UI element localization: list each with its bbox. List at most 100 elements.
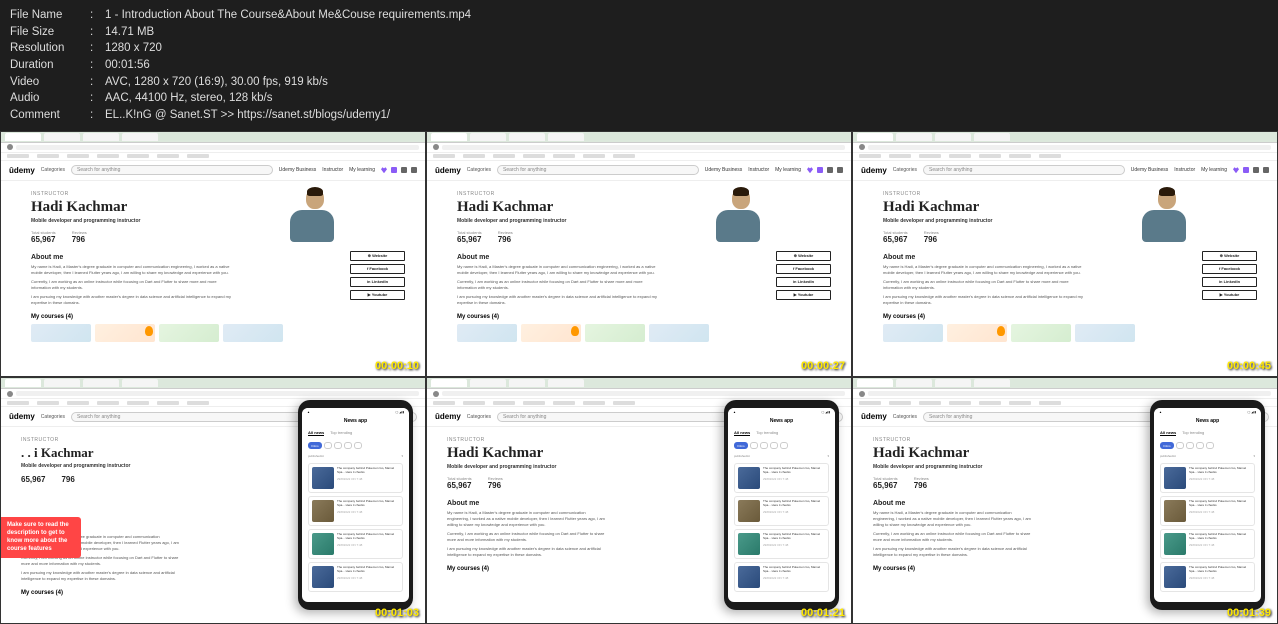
search-input[interactable]: Search for anything [923, 165, 1125, 175]
youtube-button[interactable]: ▶ Youtube [350, 290, 405, 300]
instructor-subtitle: Mobile developer and programming instruc… [31, 218, 395, 224]
about-p3: I am pursuing my knowledge with another … [31, 294, 231, 306]
course-card[interactable] [223, 324, 283, 342]
facebook-button[interactable]: f Facebook [350, 264, 405, 274]
udemy-header: ûdemy Categories Search for anything Ude… [427, 161, 851, 181]
thumbnail-4: ûdemy Categories Search for anything INS… [0, 377, 426, 624]
about-p1: My name is Hadi, a Master's degree gradu… [31, 264, 231, 276]
about-heading: About me [31, 254, 395, 261]
news-card[interactable]: The company behind Pokemon Go, Marvel Sp… [308, 463, 403, 493]
udemy-logo[interactable]: ûdemy [435, 166, 461, 175]
udemy-header: ûdemy Categories Search for anything Ude… [853, 161, 1277, 181]
total-students-label: Total students [31, 230, 56, 235]
page-content: INSTRUCTOR Hadi Kachmar Mobile developer… [427, 181, 851, 377]
bookmarks-bar[interactable] [1, 153, 425, 161]
avatar-icon[interactable] [837, 167, 843, 173]
news-card[interactable]: The company behind Pokemon Go, Marvel Sp… [308, 529, 403, 559]
bookmarks-bar[interactable] [427, 153, 851, 161]
categories-link[interactable]: Categories [467, 167, 491, 173]
thumbnail-5: ûdemy Categories Search for anything INS… [426, 377, 852, 624]
page-content: INSTRUCTOR Hadi Kachmar Mobile developer… [1, 181, 425, 377]
phone-tabs: All news Top trending [302, 427, 409, 439]
news-card[interactable]: The company behind Pokemon Go, Marvel Sp… [308, 496, 403, 526]
thumbnail-1: ûdemy Categories Search for anything Ude… [0, 131, 426, 378]
instructor-subtitle: Mobile developer and programming instruc… [457, 218, 821, 224]
tab-all-news[interactable]: All news [308, 430, 324, 436]
chip-films[interactable]: Films [308, 442, 322, 449]
address-bar[interactable] [853, 143, 1277, 153]
meta-comment: Comment:EL..K!nG @ Sanet.ST >> https://s… [10, 107, 1268, 124]
address-bar[interactable] [427, 143, 851, 153]
course-card[interactable] [31, 324, 91, 342]
cart-icon[interactable] [391, 167, 397, 173]
notification-icon[interactable] [827, 167, 833, 173]
news-card[interactable]: The company behind Pokemon Go, Marvel Sp… [308, 562, 403, 592]
course-card[interactable] [159, 324, 219, 342]
instructor-label: INSTRUCTOR [31, 191, 395, 197]
instructor-label: INSTRUCTOR [457, 191, 821, 197]
instructor-link[interactable]: Instructor [748, 167, 769, 173]
instructor-avatar [290, 189, 340, 244]
cart-icon[interactable] [817, 167, 823, 173]
udemy-business-link[interactable]: Udemy Business [279, 167, 317, 173]
timestamp: 00:01:03 [375, 607, 419, 619]
instructor-avatar [1142, 189, 1192, 244]
tab-top-trending[interactable]: Top trending [330, 430, 352, 436]
facebook-button[interactable]: f Facebook [776, 264, 831, 274]
meta-filesize: File Size:14.71 MB [10, 24, 1268, 41]
phone-mockup: ▲▢ ◢ ▮ News app All newsTop trending Fil… [1150, 400, 1265, 610]
instructor-avatar [716, 189, 766, 244]
thumbnail-6: ûdemy Categories Search for anything INS… [852, 377, 1278, 624]
timestamp: 00:01:39 [1227, 607, 1271, 619]
linkedin-button[interactable]: in LinkedIn [776, 277, 831, 287]
timestamp: 00:01:21 [801, 607, 845, 619]
total-students-value: 65,967 [31, 235, 56, 244]
meta-video: Video:AVC, 1280 x 720 (16:9), 30.00 fps,… [10, 74, 1268, 91]
thumbnail-grid: ûdemy Categories Search for anything Ude… [0, 131, 1278, 624]
notification-icon[interactable] [401, 167, 407, 173]
thumbnail-3: ûdemy Categories Search for anything Ude… [852, 131, 1278, 378]
phone-mockup: ▲▢ ◢ ▮ News app All newsTop trending Fil… [724, 400, 839, 610]
timestamp: 00:00:45 [1227, 360, 1271, 372]
avatar-icon[interactable] [411, 167, 417, 173]
wishlist-icon[interactable] [381, 167, 387, 173]
courses-row [31, 324, 395, 342]
reviews-label: Reviews [72, 230, 87, 235]
reviews-value: 796 [72, 235, 87, 244]
meta-filename: File Name:1 - Introduction About The Cou… [10, 7, 1268, 24]
website-button[interactable]: ⊕ Website [776, 251, 831, 261]
thumbnail-2: ûdemy Categories Search for anything Ude… [426, 131, 852, 378]
wishlist-icon[interactable] [807, 167, 813, 173]
udemy-business-link[interactable]: Udemy Business [705, 167, 743, 173]
course-card[interactable] [95, 324, 155, 342]
timestamp: 00:00:10 [375, 360, 419, 372]
udemy-logo[interactable]: ûdemy [9, 166, 35, 175]
timestamp: 00:00:27 [801, 360, 845, 372]
youtube-button[interactable]: ▶ Youtube [776, 290, 831, 300]
search-input[interactable]: Search for anything [497, 165, 699, 175]
fire-icon [145, 326, 153, 336]
stats-row: Total students65,967 Reviews796 [31, 230, 395, 244]
phone-status-bar: ▲▢ ◢ ▮ [302, 408, 409, 415]
callout-box: Make sure to read the description to get… [1, 517, 81, 558]
categories-link[interactable]: Categories [41, 167, 65, 173]
file-metadata: File Name:1 - Introduction About The Cou… [0, 0, 1278, 131]
my-learning-link[interactable]: My learning [349, 167, 375, 173]
search-input[interactable]: Search for anything [71, 165, 273, 175]
address-bar[interactable] [1, 143, 425, 153]
browser-tabs[interactable] [427, 132, 851, 143]
linkedin-button[interactable]: in LinkedIn [350, 277, 405, 287]
instructor-name: Hadi Kachmar [457, 199, 821, 216]
browser-tabs[interactable] [1, 132, 425, 143]
meta-audio: Audio:AAC, 44100 Hz, stereo, 128 kb/s [10, 90, 1268, 107]
website-button[interactable]: ⊕ Website [350, 251, 405, 261]
meta-resolution: Resolution:1280 x 720 [10, 40, 1268, 57]
about-p2: Currently, I am working as an online ins… [31, 279, 231, 291]
social-links: ⊕ Website f Facebook in LinkedIn ▶ Youtu… [350, 251, 405, 300]
my-learning-link[interactable]: My learning [775, 167, 801, 173]
udemy-header: ûdemy Categories Search for anything Ude… [1, 161, 425, 181]
browser-tabs[interactable] [853, 132, 1277, 143]
bookmarks-bar[interactable] [853, 153, 1277, 161]
instructor-link[interactable]: Instructor [322, 167, 343, 173]
app-title: News app [302, 415, 409, 427]
